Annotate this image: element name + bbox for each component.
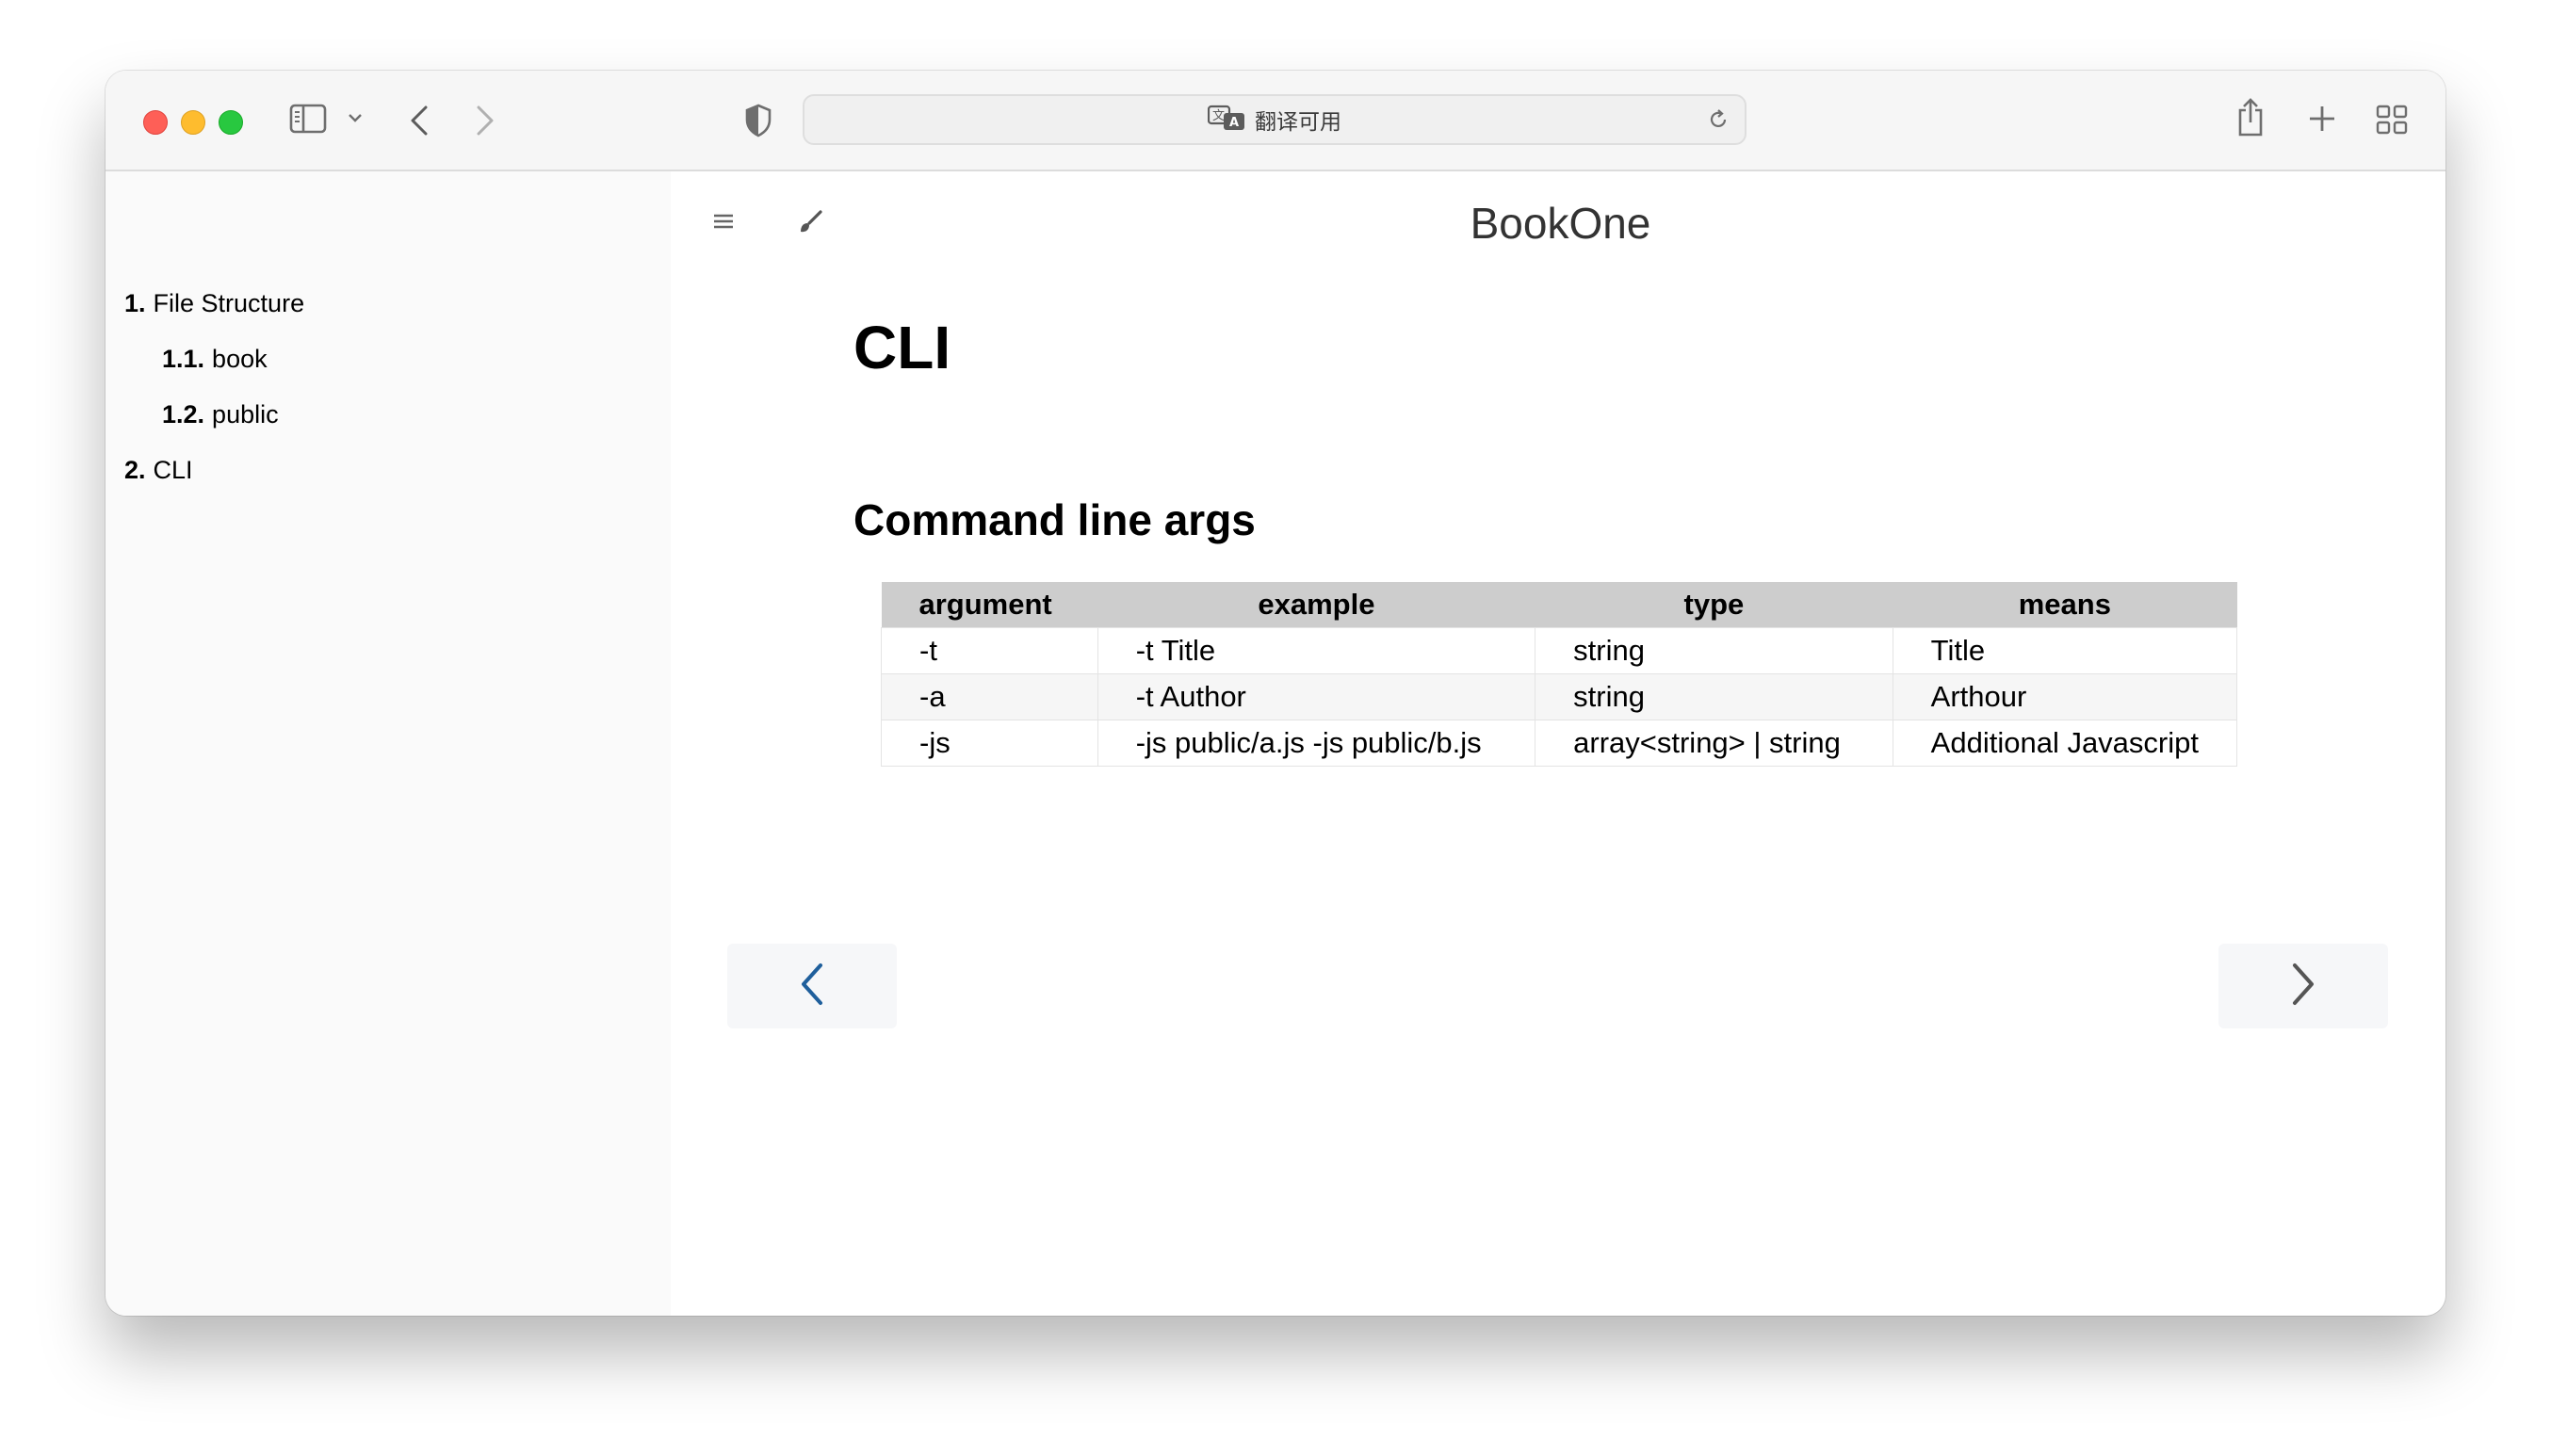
svg-text:A: A [1229,116,1239,130]
sidebar-toggle-icon[interactable] [289,103,327,135]
table-cell: string [1535,627,1893,674]
chevron-right-icon [2291,963,2315,1011]
forward-icon[interactable] [475,105,496,137]
sidebar-item-cli[interactable]: 2. CLI [124,456,193,485]
table-cell: -t Title [1097,627,1536,674]
toc-label: book [212,345,268,373]
address-text: 翻译可用 [1255,110,1341,135]
toc-number: 2. [124,456,146,484]
next-chapter-button[interactable] [2218,944,2388,1028]
translate-icon[interactable]: 文A [1207,105,1245,136]
table-cell: -t Author [1097,673,1536,720]
previous-chapter-button[interactable] [727,944,897,1028]
table-cell: array<string> | string [1535,720,1893,767]
toc-number: 1. [124,289,146,317]
toc-label: CLI [153,456,193,484]
chevron-down-icon[interactable] [348,112,363,123]
share-icon[interactable] [2236,97,2265,137]
table-header-row: argument example type means [881,582,2237,628]
sidebar: 1. File Structure 1.1. book 1.2. public 2. C… [106,171,671,1316]
table-row: -a -t Author string Arthour [881,673,2238,720]
minimize-window-button[interactable] [181,110,205,135]
zoom-window-button[interactable] [219,110,243,135]
column-header-argument: argument [881,582,1098,628]
address-bar[interactable]: 文A 翻译可用 [803,94,1747,145]
sidebar-item-public[interactable]: 1.2. public [162,400,279,429]
svg-text:文: 文 [1212,109,1225,123]
sidebar-item-file-structure[interactable]: 1. File Structure [124,289,304,318]
column-header-example: example [1097,582,1535,628]
back-icon[interactable] [409,105,430,137]
toc-label: public [212,400,279,429]
section-title: Command line args [853,495,1256,544]
table-cell: Title [1892,627,2238,674]
table-cell: -js public/a.js -js public/b.js [1097,720,1536,767]
table-cell: string [1535,673,1893,720]
column-header-means: means [1893,582,2237,628]
table-cell: -a [881,673,1098,720]
browser-window: 文A 翻译可用 1. File Structure 1.1. book 1.2. pu… [106,71,2445,1316]
table-cell: Arthour [1892,673,2238,720]
browser-toolbar: 文A 翻译可用 [106,71,2445,171]
table-cell: Additional Javascript [1892,720,2238,767]
args-table: argument example type means -t -t Title … [881,582,2238,767]
page-title: CLI [853,314,951,381]
close-window-button[interactable] [143,110,168,135]
toc-label: File Structure [153,289,305,317]
tab-overview-icon[interactable] [2376,105,2408,135]
table-row: -js -js public/a.js -js public/b.js arra… [881,720,2238,767]
book-title: BookOne [1470,199,1651,248]
table-cell: -js [881,720,1098,767]
toc-number: 1.1. [162,345,205,373]
table-cell: -t [881,627,1098,674]
chevron-left-icon [800,963,824,1011]
main-content: BookOne CLI Command line args argument e… [671,171,2445,1316]
privacy-shield-icon[interactable] [744,104,772,138]
toc-number: 1.2. [162,400,205,429]
sidebar-item-book[interactable]: 1.1. book [162,345,268,374]
column-header-type: type [1535,582,1893,628]
new-tab-icon[interactable] [2308,105,2336,133]
reload-icon[interactable] [1707,108,1730,136]
table-row: -t -t Title string Title [881,627,2238,674]
